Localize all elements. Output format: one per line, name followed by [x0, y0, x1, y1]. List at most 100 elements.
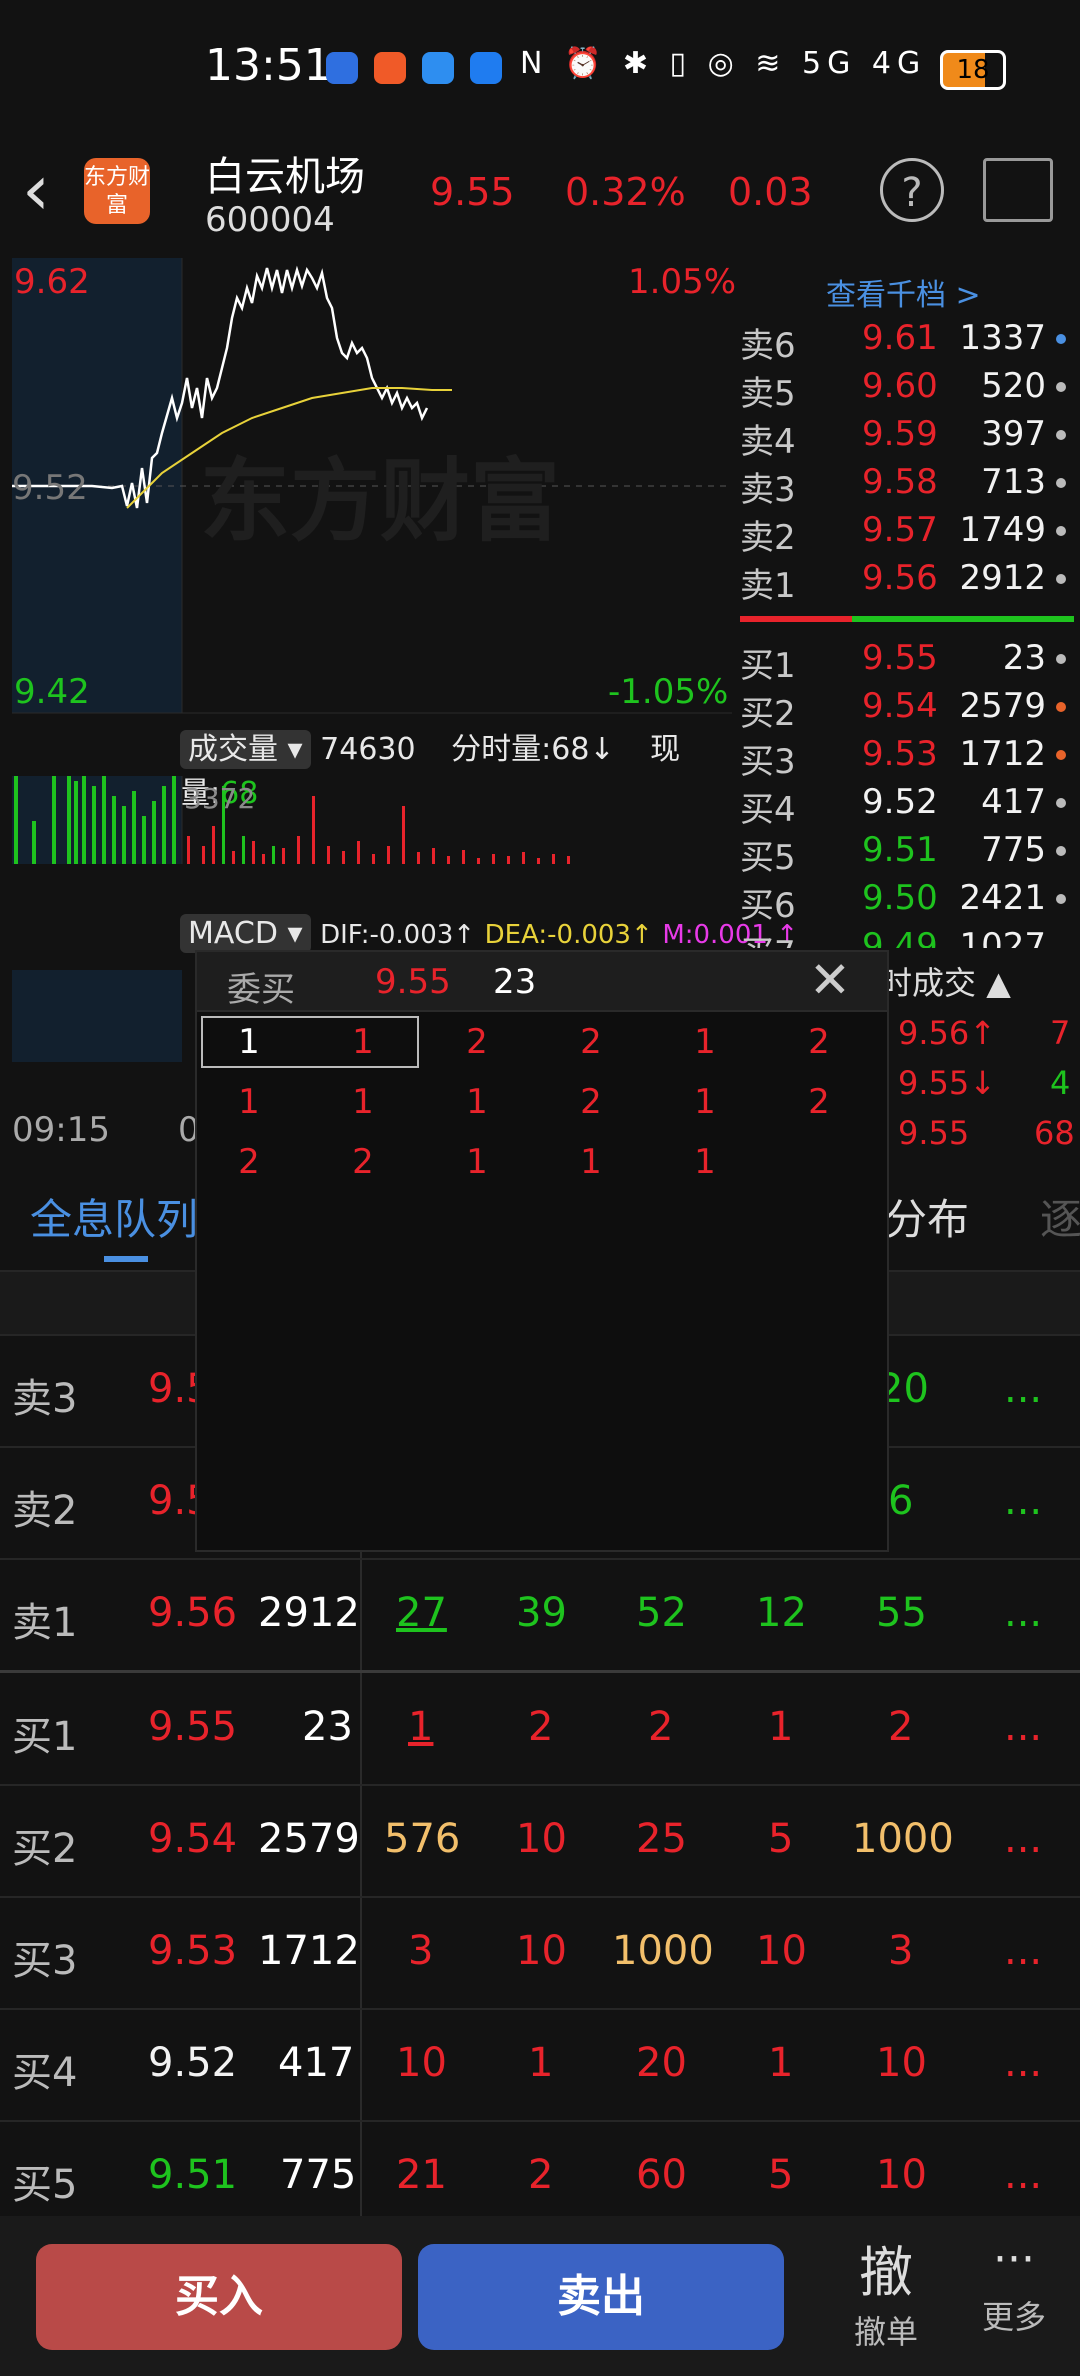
queue-label: 买5: [12, 2162, 78, 2208]
queue-order[interactable]: 12: [756, 1590, 807, 1636]
queue-more[interactable]: ...: [1004, 1816, 1042, 1862]
cancel-order-button[interactable]: 撤 撤单: [836, 2228, 936, 2353]
queue-order[interactable]: 5: [768, 2152, 793, 2198]
queue-row[interactable]: 买2 9.54 2579 576 10 25 5 1000 ...: [0, 1786, 1080, 1898]
queue-order[interactable]: 10: [396, 2040, 447, 2086]
dot-icon: [1056, 478, 1066, 488]
bid-price: 9.53: [862, 734, 938, 774]
close-icon[interactable]: ✕: [809, 952, 851, 1008]
popup-cell[interactable]: 2: [541, 1022, 641, 1062]
queue-order[interactable]: 2: [648, 1704, 673, 1750]
queue-row[interactable]: 卖1 9.56 2912 27 39 52 12 55 ...: [0, 1560, 1080, 1673]
help-icon[interactable]: ?: [880, 158, 944, 222]
popup-cell[interactable]: 2: [769, 1082, 869, 1122]
trade-price: 9.56↑: [898, 1014, 997, 1052]
popup-cell[interactable]: 1: [541, 1142, 641, 1182]
queue-order[interactable]: 1: [528, 2040, 553, 2086]
ask-volume: 2912: [959, 558, 1046, 598]
popup-cell[interactable]: 2: [199, 1142, 299, 1182]
tab-full-queue[interactable]: 全息队列: [30, 1186, 198, 1247]
message-icon: [422, 52, 454, 84]
queue-more[interactable]: ...: [1004, 1590, 1042, 1636]
queue-order: 6: [888, 1478, 914, 1524]
header-change-pct: 0.32%: [565, 170, 686, 214]
dot-icon: [1056, 654, 1066, 664]
status-bar: 13:51 N ⏰ ✱ ▯ ◎ ≋ 5G 4G 18: [0, 0, 1080, 130]
queue-order[interactable]: 1000: [612, 1928, 714, 1974]
queue-order[interactable]: 1: [768, 1704, 793, 1750]
cancel-icon: 撤: [859, 2241, 913, 2304]
popup-cell[interactable]: 1: [313, 1022, 413, 1062]
bid-label: 买5: [740, 838, 796, 878]
bid-label: 买7: [740, 926, 796, 948]
popup-cell[interactable]: 1: [199, 1022, 299, 1062]
queue-order[interactable]: 1: [408, 1704, 433, 1750]
queue-order[interactable]: 2: [528, 2152, 553, 2198]
queue-row[interactable]: 买1 9.55 23 1 2 2 1 2 ...: [0, 1674, 1080, 1786]
queue-price: 9.51: [148, 2152, 238, 2198]
queue-more[interactable]: ...: [1004, 1704, 1042, 1750]
queue-order[interactable]: 5: [768, 1816, 793, 1862]
bottom-action-bar: 买入 卖出 撤 撤单 ··· 更多: [0, 2216, 1080, 2376]
ask-row: 卖6 9.61 1337: [0, 318, 1080, 366]
queue-order[interactable]: 39: [516, 1590, 567, 1636]
bid-row: 买2 9.54 2579: [0, 686, 1080, 734]
queue-label: 买3: [12, 1938, 78, 1984]
bid-row: 买4 9.52 417: [0, 782, 1080, 830]
queue-order[interactable]: 3: [888, 1928, 913, 1974]
queue-order[interactable]: 10: [516, 1928, 567, 1974]
queue-order[interactable]: 20: [636, 2040, 687, 2086]
queue-order[interactable]: 3: [408, 1928, 433, 1974]
queue-order[interactable]: 10: [876, 2040, 927, 2086]
queue-order[interactable]: 60: [636, 2152, 687, 2198]
queue-more[interactable]: ...: [1004, 1478, 1042, 1524]
queue-order[interactable]: 10: [516, 1816, 567, 1862]
queue-total: 2579: [258, 1816, 360, 1862]
queue-order[interactable]: 2: [888, 1704, 913, 1750]
tab-indicator: [104, 1256, 148, 1262]
popup-cell[interactable]: 1: [313, 1082, 413, 1122]
popup-cell[interactable]: 2: [541, 1082, 641, 1122]
queue-order[interactable]: 55: [876, 1590, 927, 1636]
queue-order[interactable]: 52: [636, 1590, 687, 1636]
ask-label: 卖3: [740, 470, 796, 510]
popup-cell[interactable]: 1: [655, 1142, 755, 1182]
view-full-depth-link[interactable]: 查看千档 >: [826, 270, 981, 314]
queue-order[interactable]: 1000: [852, 1816, 954, 1862]
popup-cell[interactable]: 1: [199, 1082, 299, 1122]
queue-order[interactable]: 25: [636, 1816, 687, 1862]
ask-price: 9.57: [862, 510, 938, 550]
queue-row[interactable]: 买3 9.53 1712 3 10 1000 10 3 ...: [0, 1898, 1080, 2010]
queue-order[interactable]: 21: [396, 2152, 447, 2198]
popup-cell[interactable]: 2: [769, 1022, 869, 1062]
status-time: 13:51: [205, 40, 332, 91]
split-screen-icon[interactable]: [983, 158, 1053, 222]
queue-more[interactable]: ...: [1004, 1928, 1042, 1974]
chevron-left-icon[interactable]: ‹: [22, 155, 50, 225]
popup-cell[interactable]: 1: [427, 1142, 527, 1182]
popup-cell[interactable]: 2: [427, 1022, 527, 1062]
queue-order[interactable]: 2: [528, 1704, 553, 1750]
popup-cell[interactable]: 1: [655, 1082, 755, 1122]
queue-more[interactable]: ...: [1004, 1366, 1042, 1412]
queue-more[interactable]: ...: [1004, 2152, 1042, 2198]
queue-order[interactable]: 576: [384, 1816, 460, 1862]
buy-button[interactable]: 买入: [36, 2244, 402, 2350]
more-icon: ···: [993, 2234, 1035, 2285]
popup-cell[interactable]: 1: [427, 1082, 527, 1122]
queue-order[interactable]: 27: [396, 1590, 447, 1636]
queue-order[interactable]: 10: [876, 2152, 927, 2198]
tab-tick-by-tick[interactable]: 逐: [1040, 1186, 1080, 1247]
popup-cell[interactable]: 1: [655, 1022, 755, 1062]
popup-cell[interactable]: 2: [313, 1142, 413, 1182]
queue-detail-popup[interactable]: 委买 9.55 23 ✕ 1 1 2 2 1 2 1 1 1 2 1 2 2 2…: [195, 950, 889, 1552]
sell-button[interactable]: 卖出: [418, 2244, 784, 2350]
tab-distribution[interactable]: 分布: [885, 1186, 969, 1247]
queue-order[interactable]: 10: [756, 1928, 807, 1974]
queue-row[interactable]: 买4 9.52 417 10 1 20 1 10 ...: [0, 2010, 1080, 2122]
queue-order[interactable]: 1: [768, 2040, 793, 2086]
more-button[interactable]: ··· 更多: [964, 2228, 1064, 2338]
queue-label: 买1: [12, 1714, 78, 1760]
queue-more[interactable]: ...: [1004, 2040, 1042, 2086]
trades-header[interactable]: 时成交 ▲: [880, 958, 1011, 1004]
